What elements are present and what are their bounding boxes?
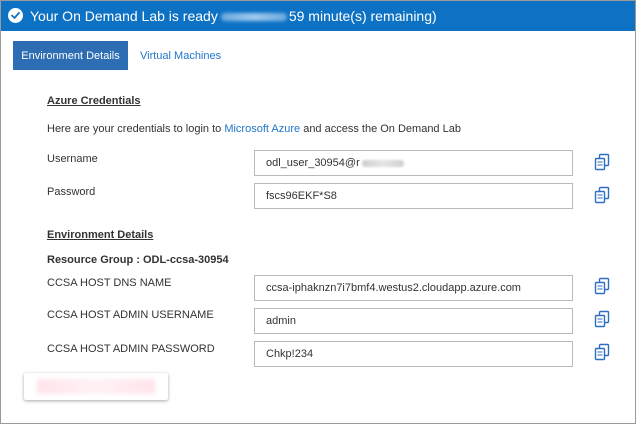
password-field[interactable]: fscs96EKF*S8 [254,183,573,209]
azure-credentials-heading: Azure Credentials [47,95,141,107]
dns-name-label: CCSA HOST DNS NAME [47,277,172,289]
environment-details-heading: Environment Details [47,229,154,241]
admin-password-label: CCSA HOST ADMIN PASSWORD [47,343,215,355]
copy-icon[interactable] [593,343,611,361]
tab-virtual-machines[interactable]: Virtual Machines [129,41,232,70]
copy-icon[interactable] [593,186,611,204]
microsoft-azure-link[interactable]: Microsoft Azure [224,123,300,135]
redacted-action-button[interactable] [24,373,168,400]
tab-bar: Environment Details Virtual Machines [13,41,232,70]
username-label: Username [47,153,98,165]
username-value: odl_user_30954@r [266,157,360,169]
copy-icon[interactable] [593,153,611,171]
tab-environment-details[interactable]: Environment Details [13,41,128,70]
lab-panel: Your On Demand Lab is ready 59 minute(s) … [0,0,636,424]
copy-icon[interactable] [593,277,611,295]
admin-username-label: CCSA HOST ADMIN USERNAME [47,309,214,321]
resource-group: Resource Group : ODL-ccsa-30954 [47,254,229,266]
banner-message: Your On Demand Lab is ready 59 minute(s) … [30,8,437,24]
redacted-username [361,159,404,167]
intro-text-before: Here are your credentials to login to [47,123,225,135]
lab-ready-banner: Your On Demand Lab is ready 59 minute(s) … [1,1,635,31]
redacted-time [220,12,287,21]
intro-text-after: and access the On Demand Lab [300,123,461,135]
password-label: Password [47,186,96,198]
banner-remaining: 59 minute(s) remaining) [288,8,437,24]
username-field[interactable]: odl_user_30954@r [254,150,573,176]
copy-icon[interactable] [593,310,611,328]
dns-name-field[interactable]: ccsa-iphaknzn7i7bmf4.westus2.cloudapp.az… [254,275,573,301]
banner-text: Your On Demand Lab is ready [30,8,218,24]
admin-username-field[interactable]: admin [254,308,573,334]
admin-password-field[interactable]: Chkp!234 [254,341,573,367]
check-circle-icon [8,8,23,23]
credentials-intro: Here are your credentials to login to Mi… [47,123,461,135]
redacted-button-label [37,379,155,394]
